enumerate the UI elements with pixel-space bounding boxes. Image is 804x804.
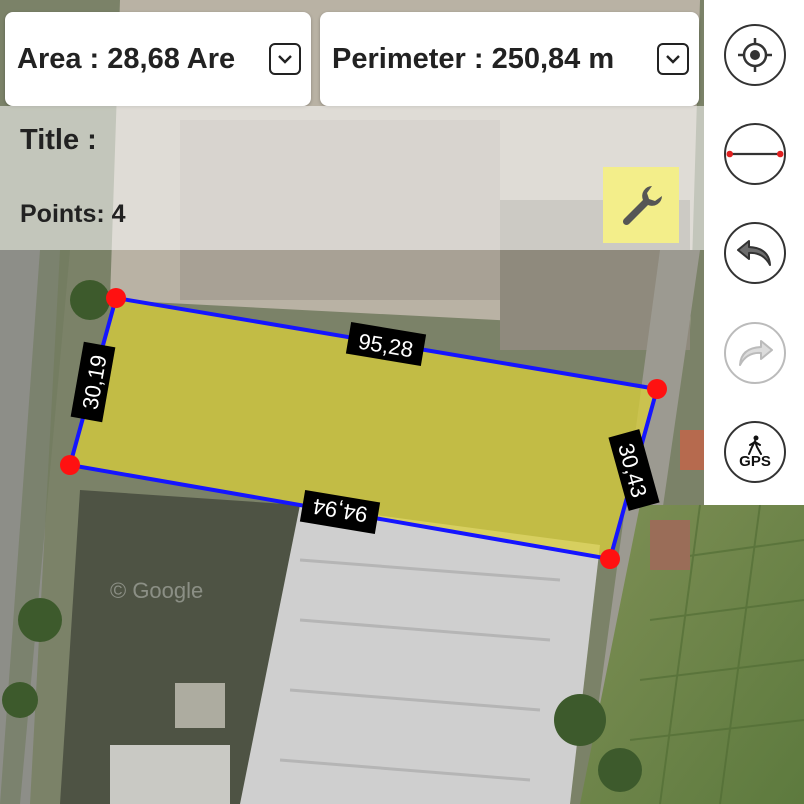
chevron-down-icon [666,55,680,64]
undo-button[interactable] [724,222,786,284]
wrench-icon [622,186,662,226]
info-panel: Title : Points: 4 [0,106,704,250]
measure-line-button[interactable] [724,123,786,185]
crosshair-icon [738,38,772,72]
measure-line-icon [726,150,784,158]
tool-rail: GPS [704,0,804,505]
perimeter-dropdown-button[interactable] [657,43,689,75]
undo-icon [737,240,771,266]
points-count: Points: 4 [20,200,126,228]
gps-walk-button[interactable]: GPS [724,421,786,483]
my-location-button[interactable] [724,24,786,86]
gps-label: GPS [739,453,771,470]
redo-icon [739,340,773,366]
vertex-point[interactable] [60,455,80,475]
chevron-down-icon [278,55,292,64]
area-card[interactable]: Area : 28,68 Are [5,12,311,106]
redo-button[interactable] [724,322,786,384]
title-label[interactable]: Title : [20,124,97,157]
vertex-point[interactable] [647,379,667,399]
area-dropdown-button[interactable] [269,43,301,75]
perimeter-value: Perimeter : 250,84 m [332,42,615,75]
map-watermark: © Google [110,578,203,603]
area-value: Area : 28,68 Are [17,42,236,75]
settings-button[interactable] [603,167,679,243]
vertex-point[interactable] [600,549,620,569]
vertex-point[interactable] [106,288,126,308]
perimeter-card[interactable]: Perimeter : 250,84 m [320,12,699,106]
walking-person-icon [748,435,762,455]
